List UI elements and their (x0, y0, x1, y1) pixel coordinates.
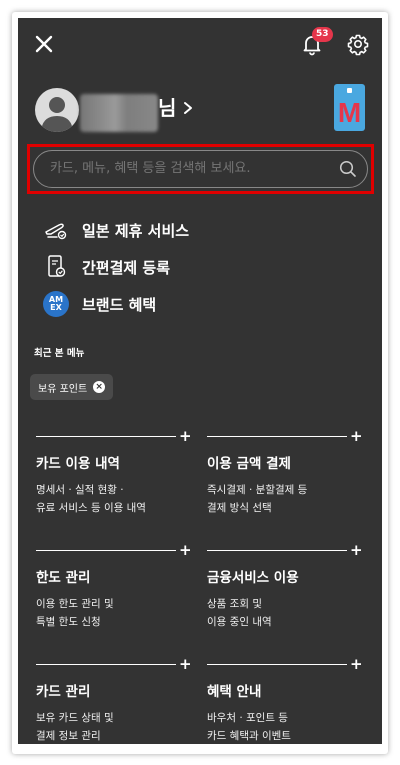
quick-menu-japan-service[interactable]: 일본 제휴 서비스 (42, 217, 189, 243)
amex-logo-icon: AM EX (43, 291, 69, 317)
section-divider (207, 664, 347, 665)
section-description: 즉시결제 · 분할결제 등 결제 방식 선택 (207, 484, 308, 514)
expand-icon[interactable]: + (179, 542, 192, 558)
recent-chip-label: 보유 포인트 (38, 383, 88, 395)
menu-screen: 53 님 M 카드, 메뉴, 혜택 등을 검색해 보세요. 일본 제휴 서비스 … (18, 18, 382, 744)
section-description: 보유 카드 상태 및 결제 정보 관리 (36, 712, 114, 742)
card-logo-letter: M (337, 97, 362, 128)
search-icon[interactable] (339, 160, 357, 178)
section-divider (36, 436, 176, 437)
quick-menu-brand-benefits[interactable]: AM EX 브랜드 혜택 (42, 291, 156, 317)
avatar[interactable] (35, 88, 79, 132)
section-divider (207, 550, 347, 551)
recent-menu-title: 최근 본 메뉴 (34, 348, 85, 359)
card-thumbnail[interactable]: M (334, 84, 365, 131)
section-description: 이용 한도 관리 및 특별 한도 신청 (36, 598, 114, 628)
section-description: 명세서 · 실적 현황 · 유료 서비스 등 이용 내역 (36, 484, 146, 514)
quick-menu-label: 브랜드 혜택 (82, 295, 157, 314)
settings-button[interactable] (346, 32, 370, 56)
section-divider (36, 664, 176, 665)
section-description: 바우처 · 포인트 등 카드 혜택과 이벤트 (207, 712, 291, 742)
section-title: 금융서비스 이용 (207, 570, 299, 586)
section-title: 한도 관리 (36, 570, 91, 586)
chevron-right-icon (184, 102, 192, 114)
close-button[interactable] (32, 32, 56, 56)
quick-menu-easy-payment[interactable]: 간편결제 등록 (42, 254, 170, 280)
expand-icon[interactable]: + (179, 656, 192, 672)
profile-chevron[interactable] (182, 98, 196, 118)
user-name-redacted[interactable] (80, 94, 158, 132)
expand-icon[interactable]: + (350, 428, 363, 444)
gear-icon (347, 34, 369, 56)
quick-menu-label: 간편결제 등록 (82, 258, 171, 277)
search-bar[interactable] (33, 150, 368, 188)
quick-menu-label: 일본 제휴 서비스 (82, 221, 190, 240)
search-input[interactable] (50, 151, 330, 187)
notification-badge: 53 (312, 27, 333, 42)
section-title: 카드 관리 (36, 684, 91, 700)
recent-chip[interactable]: 보유 포인트 × (30, 374, 114, 400)
section-divider (207, 436, 347, 437)
user-silhouette-icon (41, 97, 73, 132)
section-description: 상품 조회 및 이용 중인 내역 (207, 598, 272, 628)
section-title: 이용 금액 결제 (207, 456, 291, 472)
user-name-suffix[interactable]: 님 (158, 94, 176, 122)
expand-icon[interactable]: + (179, 428, 192, 444)
card-chip (347, 88, 352, 93)
section-title: 카드 이용 내역 (36, 456, 120, 472)
airplane-icon (42, 217, 70, 243)
expand-icon[interactable]: + (350, 656, 363, 672)
close-icon (35, 35, 53, 53)
payment-register-icon (42, 254, 70, 280)
section-title: 혜택 안내 (207, 684, 262, 700)
close-icon[interactable]: × (93, 381, 106, 393)
expand-icon[interactable]: + (350, 542, 363, 558)
section-divider (36, 550, 176, 551)
